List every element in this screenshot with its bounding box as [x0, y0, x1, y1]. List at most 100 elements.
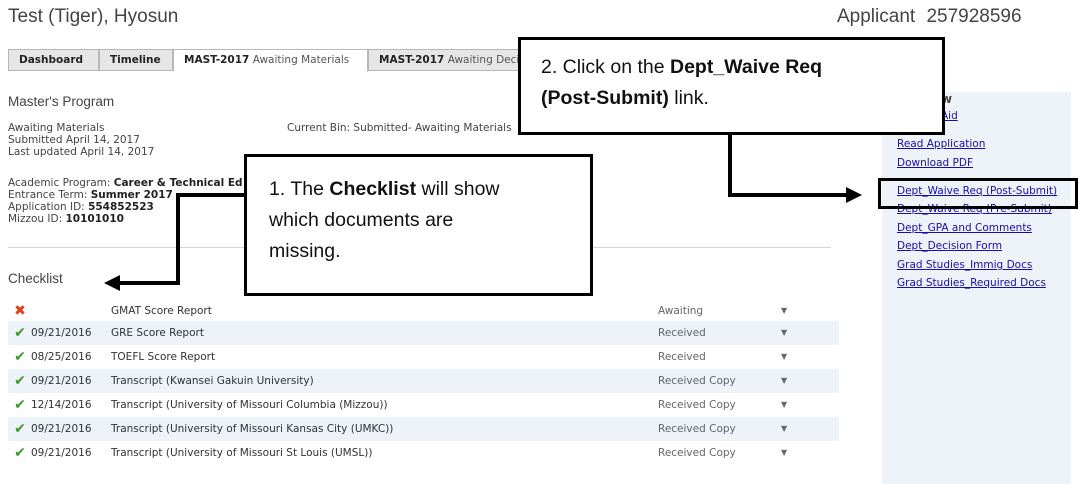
row-date: 09/21/2016: [31, 327, 92, 339]
academic-program-label: Academic Program:: [8, 177, 114, 189]
tab-label: Timeline: [110, 54, 161, 66]
arrow-head-icon: [846, 187, 862, 203]
check-icon: ✔: [14, 325, 26, 341]
row-item: GMAT Score Report: [111, 305, 212, 317]
arrow-line: [176, 193, 244, 197]
check-icon: ✔: [14, 349, 26, 365]
arrow-head-icon: [104, 275, 120, 291]
callout-step-2-line-1: 2. Click on the Dept_Waive Req: [541, 52, 942, 83]
sidebar-link-read-application[interactable]: Read Application: [897, 138, 985, 150]
row-date: 08/25/2016: [31, 351, 92, 363]
row-dropdown-icon[interactable]: ▼: [781, 417, 787, 441]
sidebar-link-dept-gpa[interactable]: Dept_GPA and Comments: [897, 222, 1032, 234]
tab-sublabel: Awaiting Materials: [252, 54, 350, 66]
callout-step-2-text: 2. Click on the: [541, 56, 670, 78]
row-date: 12/14/2016: [31, 399, 92, 411]
callout-step-1-text: will show: [416, 178, 500, 200]
row-dropdown-icon[interactable]: ▼: [781, 345, 787, 369]
row-status: Awaiting: [658, 305, 704, 317]
row-item: Transcript (University of Missouri Colum…: [111, 399, 388, 411]
mizzou-id-label: Mizzou ID:: [8, 213, 66, 225]
submitted-date: Submitted April 14, 2017: [8, 134, 140, 146]
x-icon: ✖: [14, 303, 26, 319]
row-item: TOEFL Score Report: [111, 351, 216, 363]
checklist-row[interactable]: ✔ 09/21/2016 GRE Score Report Received ▼: [8, 321, 839, 345]
check-icon: ✔: [14, 421, 26, 437]
sidebar-link-download-pdf[interactable]: Download PDF: [897, 157, 973, 169]
applicant-name: Test (Tiger), Hyosun: [8, 6, 179, 27]
tab-label: MAST-2017: [379, 54, 445, 66]
applicant-id: 257928596: [926, 6, 1022, 27]
row-status: Received Copy: [658, 447, 736, 459]
updated-date: Last updated April 14, 2017: [8, 146, 155, 158]
row-status: Received Copy: [658, 399, 736, 411]
check-icon: ✔: [14, 373, 26, 389]
tab-sublabel: Awaiting Decisi: [447, 54, 528, 66]
entrance-term-value: Summer 2017: [90, 189, 173, 201]
callout-step-2-bold: Dept_Waive Req: [669, 56, 823, 78]
check-icon: ✔: [14, 397, 26, 413]
row-date: 09/21/2016: [31, 423, 92, 435]
checklist-title: Checklist: [8, 271, 63, 286]
row-item: GRE Score Report: [111, 327, 204, 339]
callout-step-2: 2. Click on the Dept_Waive Req (Post-Sub…: [518, 37, 945, 135]
row-dropdown-icon[interactable]: ▼: [781, 321, 787, 345]
arrow-line: [176, 193, 180, 285]
callout-step-2-line-2: (Post-Submit) link.: [541, 83, 942, 114]
entrance-term-label: Entrance Term:: [8, 189, 91, 201]
callout-step-2-text: link.: [668, 87, 709, 109]
row-dropdown-icon[interactable]: ▼: [781, 441, 787, 465]
row-date: 09/21/2016: [31, 375, 92, 387]
tab-bar: Dashboard Timeline MAST-2017 Awaiting Ma…: [8, 49, 538, 72]
program-status: Awaiting Materials: [8, 122, 105, 134]
arrow-line: [728, 135, 732, 197]
applicant-id-label: Applicant 257928596: [837, 6, 1022, 28]
row-dropdown-icon[interactable]: ▼: [781, 369, 787, 393]
callout-step-1: 1. The Checklist will show which documen…: [244, 154, 593, 296]
checklist-row[interactable]: ✔ 08/25/2016 TOEFL Score Report Received…: [8, 345, 839, 369]
tab-dashboard[interactable]: Dashboard: [8, 49, 99, 71]
tab-mast-awaiting-materials[interactable]: MAST-2017 Awaiting Materials: [173, 49, 368, 72]
row-status: Received Copy: [658, 423, 736, 435]
checklist-row[interactable]: ✔ 12/14/2016 Transcript (University of M…: [8, 393, 839, 417]
check-icon: ✔: [14, 445, 26, 461]
callout-step-2-bold: (Post-Submit): [541, 87, 669, 109]
academic-program-value: Career & Technical Ed: [113, 177, 243, 189]
callout-step-1-text: 1. The: [269, 178, 330, 200]
row-date: 09/21/2016: [31, 447, 92, 459]
highlight-box: [878, 178, 1078, 209]
sidebar-link-dept-decision[interactable]: Dept_Decision Form: [897, 240, 1002, 252]
callout-step-1-bold: Checklist: [329, 178, 417, 200]
sidebar-link-grad-immig-docs[interactable]: Grad Studies_Immig Docs: [897, 259, 1032, 271]
arrow-line: [118, 281, 180, 285]
callout-step-1-line-1: 1. The Checklist will show: [269, 174, 590, 205]
row-status: Received: [658, 327, 706, 339]
tab-timeline[interactable]: Timeline: [99, 49, 173, 71]
callout-step-1-line-2: which documents are: [269, 209, 454, 231]
arrow-line: [728, 193, 848, 197]
sidebar-link-grad-required-docs[interactable]: Grad Studies_Required Docs: [897, 277, 1046, 289]
application-id-label: Application ID:: [8, 201, 89, 213]
program-title: Master's Program: [8, 94, 115, 109]
tab-mast-awaiting-decision[interactable]: MAST-2017 Awaiting Decisi: [368, 49, 538, 71]
checklist-row[interactable]: ✖ GMAT Score Report Awaiting ▼: [8, 299, 839, 323]
row-status: Received: [658, 351, 706, 363]
checklist-row[interactable]: ✔ 09/21/2016 Transcript (University of M…: [8, 441, 839, 465]
applicant-label: Applicant: [837, 6, 916, 27]
row-dropdown-icon[interactable]: ▼: [781, 393, 787, 417]
application-id: Application ID: 554852523: [8, 201, 154, 213]
academic-program: Academic Program: Career & Technical Ed: [8, 177, 243, 189]
row-status: Received Copy: [658, 375, 736, 387]
current-bin: Current Bin: Submitted- Awaiting Materia…: [287, 122, 512, 134]
row-item: Transcript (University of Missouri Kansa…: [111, 423, 394, 435]
mizzou-id: Mizzou ID: 10101010: [8, 213, 124, 225]
row-item: Transcript (Kwansei Gakuin University): [111, 375, 314, 387]
checklist-row[interactable]: ✔ 09/21/2016 Transcript (University of M…: [8, 417, 839, 441]
tab-label: MAST-2017: [184, 54, 250, 66]
row-dropdown-icon[interactable]: ▼: [781, 299, 787, 323]
row-item: Transcript (University of Missouri St Lo…: [111, 447, 373, 459]
callout-step-1-line-3: missing.: [269, 240, 341, 262]
tab-label: Dashboard: [19, 54, 84, 66]
checklist-row[interactable]: ✔ 09/21/2016 Transcript (Kwansei Gakuin …: [8, 369, 839, 393]
application-id-value: 554852523: [88, 201, 154, 213]
